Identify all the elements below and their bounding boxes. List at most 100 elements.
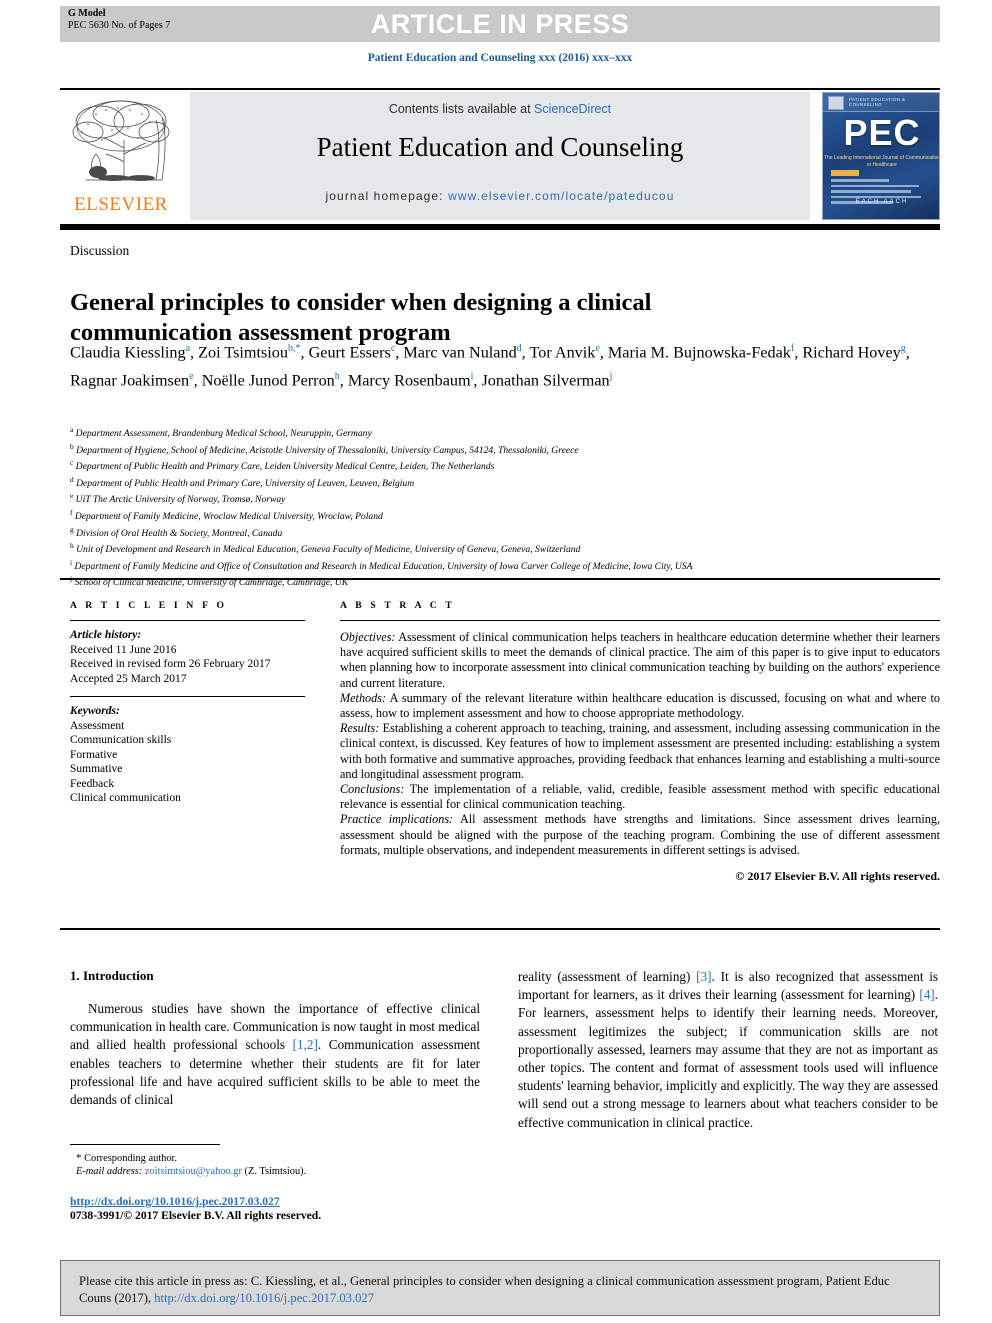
masthead-bottom-rule (60, 224, 940, 230)
citation-ref-3[interactable]: [3] (696, 969, 711, 984)
affiliation-item: e UiT The Arctic University of Norway, T… (70, 491, 286, 506)
article-info-heading: A R T I C L E I N F O (70, 600, 228, 611)
abstract-section: Objectives: Assessment of clinical commu… (340, 630, 940, 691)
corresponding-author-label: Corresponding author. (81, 1153, 178, 1164)
article-history-item: Received 11 June 2016 (70, 643, 177, 656)
article-history-block: Article history: Received 11 June 2016 Re… (70, 628, 305, 686)
author-list: Claudia Kiesslinga, Zoi Tsimtsioub,*, Ge… (70, 343, 910, 390)
article-history-item: Accepted 25 March 2017 (70, 672, 187, 685)
keyword-item: Summative (70, 763, 123, 775)
elsevier-tree-icon (72, 100, 170, 181)
abstract-copyright: © 2017 Elsevier B.V. All rights reserved… (735, 869, 940, 884)
journal-homepage-link[interactable]: www.elsevier.com/locate/pateducou (448, 189, 674, 203)
abstract-rule (340, 620, 940, 621)
citation-ref-1-2[interactable]: [1,2] (293, 1037, 318, 1052)
keyword-item: Assessment (70, 719, 125, 732)
email-author-suffix: (Z. Tsimtsiou). (241, 1166, 307, 1177)
citation-ref-4[interactable]: [4] (919, 987, 934, 1002)
abstract-section-label: Practice implications: (340, 812, 454, 827)
cover-subtitle: The Leading International Journal of Com… (823, 155, 940, 168)
keywords-block: Keywords: Assessment Communication skills… (70, 696, 305, 806)
author-affiliation-marker: b,* (287, 343, 301, 354)
keywords-rule (70, 696, 305, 697)
abstract-section-label: Methods: (340, 690, 387, 705)
affiliation-item: j School of Clinical Medicine, Universit… (70, 574, 349, 589)
running-head: Patient Education and Counseling xxx (20… (367, 52, 633, 64)
abstract-section-label: Objectives: (340, 630, 396, 644)
author-name: Claudia Kiessling (70, 343, 186, 362)
info-bottom-rule (60, 928, 940, 930)
affiliation-list: a Department Assessment, Brandenburg Med… (70, 424, 940, 590)
article-history-items: Received 11 June 2016 Received in revised… (70, 643, 305, 687)
article-section-type: Discussion (70, 243, 130, 258)
intro-paragraph-left: Numerous studies have shown the importan… (70, 1000, 480, 1109)
doi-block: http://dx.doi.org/10.1016/j.pec.2017.03.… (70, 1195, 500, 1224)
author-affiliation-marker: i (470, 370, 474, 382)
masthead-panel: Contents lists available at ScienceDirec… (190, 92, 810, 220)
keyword-item: Communication skills (70, 734, 172, 746)
journal-title: Patient Education and Counseling (316, 132, 684, 162)
author-affiliation-marker: a (185, 343, 191, 354)
affiliation-item: d Department of Public Health and Primar… (70, 474, 415, 489)
affiliation-item: a Department Assessment, Brandenburg Med… (70, 425, 372, 440)
keyword-item: Clinical communication (70, 792, 181, 804)
author-affiliation-marker: f (790, 343, 795, 354)
citation-doi-link[interactable]: http://dx.doi.org/10.1016/j.pec.2017.03.… (154, 1291, 374, 1305)
abstract-section: Methods: A summary of the relevant liter… (340, 691, 940, 721)
homepage-prefix: journal homepage: (325, 189, 449, 203)
contents-line: Contents lists available at ScienceDirec… (190, 102, 810, 116)
author-name: Maria M. Bujnowska-Fedak (607, 343, 791, 362)
author-affiliation-marker: e (595, 343, 600, 354)
article-in-press-banner: ARTICLE IN PRESS (60, 6, 940, 42)
abstract-section: Conclusions: The implementation of a rel… (340, 782, 940, 812)
affiliation-item: c Department of Public Health and Primar… (70, 458, 495, 473)
abstract-column: A B S T R A C T Objectives: Assessment o… (340, 600, 940, 884)
abstract-section-text: The implementation of a reliable, valid,… (340, 782, 940, 812)
citation-footer-box: Please cite this article in press as: C.… (60, 1260, 940, 1316)
contents-prefix: Contents lists available at (388, 102, 535, 116)
author-name: Noëlle Junod Perron (201, 371, 335, 390)
abstract-section: Results: Establishing a coherent approac… (340, 721, 940, 782)
cover-journal-name: PATIENT EDUCATION & COUNSELING (849, 97, 906, 107)
abstract-section-label: Results: (340, 721, 380, 736)
abstract-section-text: Establishing a coherent approach to teac… (340, 721, 940, 781)
abstract-section: Practice implications: All assessment me… (340, 812, 940, 858)
body-column-right: reality (assessment of learning) [3]. It… (518, 968, 938, 1132)
intro-text-3: reality (assessment of learning) (518, 969, 697, 984)
author-affiliation-marker: j (609, 370, 613, 382)
doi-link[interactable]: http://dx.doi.org/10.1016/j.pec.2017.03.… (70, 1195, 280, 1208)
email-address-link[interactable]: zoitsimtsiou@yahoo.gr (145, 1166, 242, 1177)
g-model-stamp: G Model PEC 5630 No. of Pages 7 (68, 8, 170, 31)
elsevier-wordmark: ELSEVIER (74, 194, 168, 215)
article-info-column: A R T I C L E I N F O Article history: R… (70, 600, 305, 806)
author-name: Tor Anvik (529, 343, 596, 362)
cover-acronym: PEC (843, 112, 921, 153)
author-name: Richard Hovey (802, 343, 901, 362)
affiliation-item: h Unit of Development and Research in Me… (70, 541, 581, 556)
affiliation-item: g Division of Oral Health & Society, Mon… (70, 524, 283, 539)
article-in-press-label: ARTICLE IN PRESS (370, 9, 630, 39)
intro-text-5: . For learners, assessment helps to iden… (518, 987, 938, 1130)
abstract-section-text: A summary of the relevant literature wit… (340, 690, 940, 721)
abstract-section-label: Conclusions: (340, 782, 405, 797)
keywords-label: Keywords: (70, 705, 120, 717)
author-affiliation-marker: g (900, 343, 906, 354)
affiliation-item: f Department of Family Medicine, Wroclaw… (70, 507, 383, 523)
author-affiliation-marker: d (516, 343, 522, 354)
author-name: Ragnar Joakimsen (70, 371, 190, 390)
pec-pages-label: PEC 5630 No. of Pages 7 (68, 19, 171, 31)
issn-copyright-line: 0738-3991/© 2017 Elsevier B.V. All right… (70, 1209, 322, 1223)
author-affiliation-marker: h (334, 370, 340, 382)
author-name: Marcy Rosenbaum (347, 371, 471, 390)
email-address-label: E-mail address: (76, 1166, 143, 1177)
article-info-rule (70, 620, 305, 621)
sciencedirect-link[interactable]: ScienceDirect (534, 102, 611, 116)
masthead-top-rule (60, 88, 940, 90)
corresponding-author-note: * Corresponding author. E-mail address: … (76, 1152, 496, 1178)
cover-logo-icon (828, 96, 844, 110)
article-history-label: Article history: (70, 629, 142, 641)
g-model-label: G Model (68, 8, 106, 19)
journal-homepage-line: journal homepage: www.elsevier.com/locat… (190, 189, 810, 203)
footnote-rule (70, 1144, 220, 1145)
affiliation-item: i Department of Family Medicine and Offi… (70, 557, 693, 572)
